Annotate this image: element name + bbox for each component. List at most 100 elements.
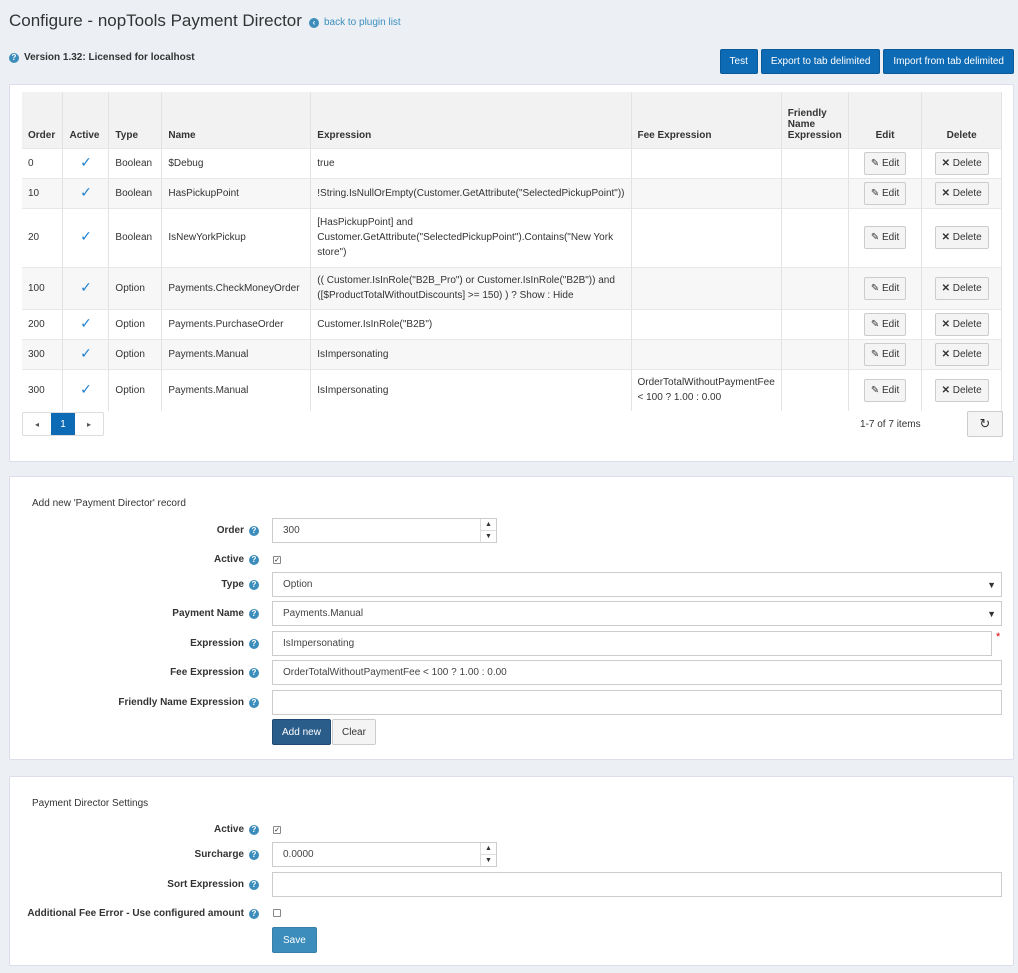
- active-checkbox[interactable]: ✓: [273, 556, 281, 564]
- help-icon[interactable]: ?: [249, 849, 259, 860]
- help-icon[interactable]: ?: [249, 579, 259, 590]
- help-icon[interactable]: ?: [9, 52, 19, 63]
- chevron-up-icon[interactable]: ▲: [481, 843, 496, 855]
- col-header-active[interactable]: Active: [62, 92, 110, 148]
- pencil-icon: ✎: [870, 157, 880, 169]
- cell-edit: ✎ Edit: [848, 368, 923, 411]
- table-row[interactable]: 300 ✓ Option Payments.Manual IsImpersonating…: [22, 338, 1002, 369]
- save-button[interactable]: Save: [272, 927, 317, 953]
- cell-order: 20: [22, 207, 64, 267]
- cell-expression: (( Customer.IsInRole("B2B_Pro") or Custo…: [310, 266, 632, 309]
- col-header-type[interactable]: Type: [108, 92, 163, 148]
- table-row[interactable]: 20 ✓ Boolean IsNewYorkPickup [HasPickupPoint…: [22, 207, 1002, 267]
- cell-name: Payments.Manual: [161, 338, 312, 369]
- cell-friendly-name: [781, 207, 849, 267]
- help-icon[interactable]: ?: [249, 697, 259, 708]
- surcharge-input[interactable]: 0.0000 ▲ ▼: [272, 842, 497, 867]
- chevron-up-icon[interactable]: ▲: [481, 519, 496, 531]
- import-button[interactable]: Import from tab delimited: [883, 49, 1014, 74]
- edit-button[interactable]: ✎ Edit: [863, 151, 907, 175]
- delete-button[interactable]: ✕ Delete: [934, 226, 989, 249]
- col-header-friendly-name[interactable]: Friendly Name Expression: [781, 92, 849, 148]
- pager-page-1[interactable]: 1: [51, 413, 75, 435]
- back-to-plugin-list-link[interactable]: ‹ back to plugin list: [309, 17, 401, 28]
- col-header-name[interactable]: Name: [161, 92, 312, 148]
- pager-next-button[interactable]: ▸: [75, 413, 103, 435]
- delete-button[interactable]: ✕ Delete: [934, 378, 989, 402]
- chevron-down-icon[interactable]: ▼: [481, 531, 496, 542]
- delete-button[interactable]: ✕ Delete: [934, 181, 989, 205]
- chevron-down-icon[interactable]: ▼: [481, 855, 496, 866]
- cell-fee-expression: [631, 147, 782, 178]
- delete-button[interactable]: ✕ Delete: [934, 342, 989, 366]
- required-marker: *: [996, 631, 1001, 643]
- fee-error-label: Additional Fee Error - Use configured am…: [27, 908, 259, 919]
- fee-expression-input[interactable]: OrderTotalWithoutPaymentFee < 100 ? 1.00…: [272, 660, 1002, 685]
- help-icon[interactable]: ?: [249, 554, 259, 565]
- table-row[interactable]: 0 ✓ Boolean $Debug true ✎ Edit ✕ Delete: [22, 147, 1002, 178]
- edit-button[interactable]: ✎ Edit: [863, 226, 907, 249]
- order-input[interactable]: 300 ▲ ▼: [272, 518, 497, 543]
- help-icon[interactable]: ?: [249, 824, 259, 835]
- cell-order: 300: [22, 368, 64, 411]
- settings-active-checkbox[interactable]: ✓: [273, 826, 281, 834]
- cell-edit: ✎ Edit: [848, 147, 923, 178]
- sort-expression-label: Sort Expression ?: [167, 879, 259, 890]
- help-icon[interactable]: ?: [249, 638, 259, 649]
- delete-button[interactable]: ✕ Delete: [934, 151, 989, 175]
- edit-button[interactable]: ✎ Edit: [863, 276, 907, 300]
- table-row[interactable]: 10 ✓ Boolean HasPickupPoint !String.IsNullOr…: [22, 177, 1002, 208]
- payment-name-select[interactable]: Payments.Manual ▼: [272, 601, 1002, 626]
- delete-button[interactable]: ✕ Delete: [934, 276, 989, 300]
- cell-active: ✓: [62, 266, 110, 309]
- active-label-text: Active: [213, 554, 244, 565]
- pager-prev-button[interactable]: ◂: [23, 413, 51, 435]
- col-header-fee-expression[interactable]: Fee Expression: [631, 92, 782, 148]
- edit-button[interactable]: ✎ Edit: [863, 342, 907, 366]
- help-icon[interactable]: ?: [249, 908, 259, 919]
- test-button[interactable]: Test: [719, 49, 758, 74]
- cell-expression: IsImpersonating: [310, 338, 632, 369]
- checkmark-icon: ✓: [80, 183, 92, 200]
- settings-panel: Payment Director Settings Active ? ✓ Sur…: [9, 776, 1014, 966]
- sort-expression-label-text: Sort Expression: [167, 879, 244, 890]
- cell-name: Payments.CheckMoneyOrder: [161, 266, 312, 309]
- delete-button[interactable]: ✕ Delete: [934, 312, 989, 336]
- help-icon[interactable]: ?: [249, 608, 259, 619]
- cell-expression: Customer.IsInRole("B2B"): [310, 308, 632, 339]
- add-new-button[interactable]: Add new: [272, 719, 331, 745]
- pager: ◂ 1 ▸: [22, 412, 104, 436]
- settings-active-label-text: Active: [213, 824, 244, 835]
- help-icon[interactable]: ?: [249, 879, 259, 890]
- refresh-button[interactable]: ↻: [967, 411, 1003, 437]
- edit-button[interactable]: ✎ Edit: [863, 378, 907, 402]
- add-form-title: Add new 'Payment Director' record: [32, 498, 186, 509]
- payment-name-label: Payment Name ?: [172, 608, 259, 619]
- pencil-icon: ✎: [870, 187, 880, 199]
- friendly-name-input[interactable]: [272, 690, 1002, 715]
- col-header-expression[interactable]: Expression: [310, 92, 632, 148]
- edit-button[interactable]: ✎ Edit: [863, 312, 907, 336]
- order-stepper[interactable]: ▲ ▼: [480, 519, 496, 542]
- fee-expression-label-text: Fee Expression: [170, 667, 244, 678]
- export-button[interactable]: Export to tab delimited: [760, 49, 881, 74]
- fee-error-checkbox[interactable]: [273, 909, 281, 917]
- table-row[interactable]: 100 ✓ Option Payments.CheckMoneyOrder(( Cus…: [22, 266, 1002, 309]
- col-header-order[interactable]: Order: [22, 92, 64, 148]
- order-label: Order ?: [217, 525, 259, 536]
- sort-expression-input[interactable]: [272, 872, 1002, 897]
- clear-button[interactable]: Clear: [332, 719, 376, 745]
- page-title: Configure - nopTools Payment Director: [9, 11, 302, 30]
- help-icon[interactable]: ?: [249, 667, 259, 678]
- cell-edit: ✎ Edit: [848, 308, 923, 339]
- help-icon[interactable]: ?: [249, 525, 259, 536]
- edit-button[interactable]: ✎ Edit: [863, 181, 907, 205]
- table-row[interactable]: 200 ✓ Option Payments.PurchaseOrder Customer…: [22, 308, 1002, 339]
- surcharge-stepper[interactable]: ▲ ▼: [480, 843, 496, 866]
- type-select[interactable]: Option ▼: [272, 572, 1002, 597]
- table-row[interactable]: 300 ✓ Option Payments.Manual IsImpersonating…: [22, 368, 1002, 411]
- cell-type: Boolean: [108, 177, 163, 208]
- expression-input[interactable]: IsImpersonating: [272, 631, 992, 656]
- cell-active: ✓: [62, 308, 110, 339]
- cell-type: Option: [108, 308, 163, 339]
